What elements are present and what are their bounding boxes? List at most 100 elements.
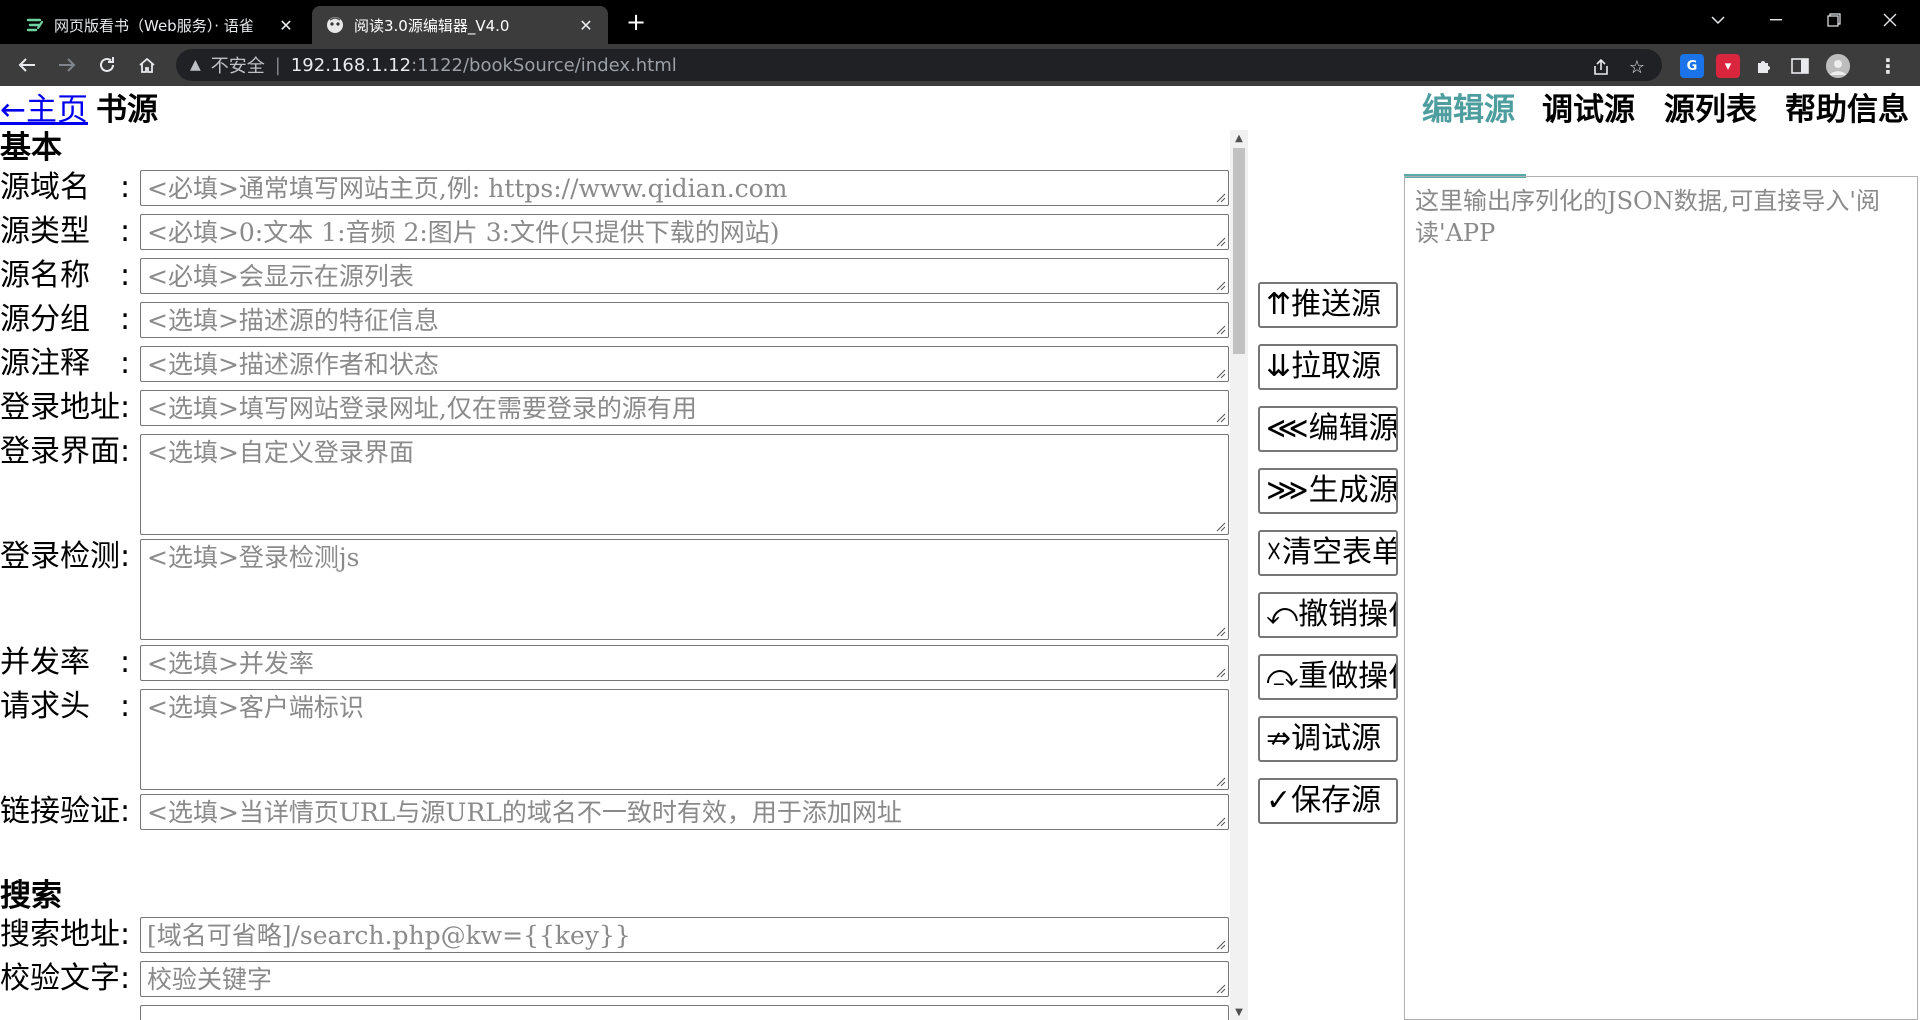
login-check-textarea[interactable]: <选填>登录检测js	[140, 539, 1229, 640]
field-label-source-name: 源名称	[0, 258, 90, 293]
scroll-thumb[interactable]	[1233, 148, 1245, 354]
undo-button[interactable]: ⤺撤销操作	[1258, 592, 1398, 638]
field-label-concurrent-rate: 并发率	[0, 645, 90, 680]
concurrent-rate-input[interactable]: <选填>并发率	[140, 645, 1229, 681]
check-keyword-input[interactable]: 校验关键字	[140, 961, 1229, 997]
back-arrow-icon[interactable]	[12, 50, 42, 80]
edit-source-button[interactable]: ⋘编辑源	[1258, 406, 1398, 452]
scroll-down-arrow-icon[interactable]: ▼	[1230, 1004, 1248, 1020]
browser-tab-bar: 网页版看书（Web服务）· 语雀 ✕ 阅读3.0源编辑器_V4.0 ✕ +	[0, 0, 1920, 44]
field-label-url-pattern: 链接验证:	[0, 794, 131, 829]
share-icon[interactable]	[1588, 54, 1614, 80]
home-icon[interactable]	[132, 50, 162, 80]
tab-help[interactable]: 帮助信息	[1785, 90, 1911, 130]
address-host: 192.168.1.12	[290, 54, 412, 76]
resize-grip-icon[interactable]	[1214, 625, 1226, 637]
resize-grip-icon[interactable]	[1214, 279, 1226, 291]
close-tab-icon[interactable]: ✕	[276, 15, 296, 35]
source-group-input[interactable]: <选填>描述源的特征信息	[140, 302, 1229, 338]
address-separator: |	[274, 54, 281, 76]
side-panel-icon[interactable]	[1788, 54, 1812, 78]
home-link[interactable]: ←主页	[0, 92, 88, 128]
warning-triangle-icon[interactable]: ▲	[190, 57, 201, 73]
resize-grip-icon[interactable]	[1214, 235, 1226, 247]
tab-source-list[interactable]: 源列表	[1664, 90, 1776, 130]
page-title: 书源	[95, 92, 158, 128]
url-pattern-placeholder: <选填>当详情页URL与源URL的域名不一致时有效，用于添加网址	[147, 798, 902, 827]
pull-source-button[interactable]: ⇊拉取源	[1258, 344, 1398, 390]
close-tab-icon[interactable]: ✕	[576, 15, 596, 35]
resize-grip-icon[interactable]	[1214, 520, 1226, 532]
form-scrollbar[interactable]: ▲ ▼	[1230, 130, 1248, 1020]
browser-toolbar: ▲ 不安全 | 192.168.1.12 :1122/bookSource/in…	[0, 44, 1920, 86]
url-pattern-input[interactable]: <选填>当详情页URL与源URL的域名不一致时有效，用于添加网址	[140, 794, 1229, 830]
pocket-extension-icon[interactable]: ▾	[1716, 54, 1740, 78]
close-window-icon[interactable]	[1866, 0, 1914, 40]
yuque-favicon-icon	[26, 16, 44, 34]
tab-title: 网页版看书（Web服务）· 语雀	[54, 16, 254, 35]
field-colon: :	[120, 214, 131, 249]
forward-arrow-icon[interactable]	[52, 50, 82, 80]
tab-title: 阅读3.0源编辑器_V4.0	[354, 16, 510, 35]
resize-grip-icon[interactable]	[1214, 323, 1226, 335]
address-bar[interactable]: ▲ 不安全 | 192.168.1.12 :1122/bookSource/in…	[176, 49, 1662, 81]
next-field-input[interactable]	[140, 1005, 1229, 1020]
debug-source-button[interactable]: ⇏调试源	[1258, 716, 1398, 762]
scroll-up-arrow-icon[interactable]: ▲	[1230, 130, 1248, 146]
restore-icon[interactable]	[1810, 0, 1858, 40]
minimize-icon[interactable]	[1752, 0, 1800, 40]
profile-avatar[interactable]	[1826, 54, 1850, 78]
field-label-search-url: 搜索地址:	[0, 917, 131, 952]
source-type-input[interactable]: <必填>0:文本 1:音频 2:图片 3:文件(只提供下载的网站)	[140, 214, 1229, 250]
browser-tab-yuque[interactable]: 网页版看书（Web服务）· 语雀 ✕	[10, 6, 308, 44]
resize-grip-icon[interactable]	[1214, 411, 1226, 423]
page-content: ←主页 书源 基本 源域名 : <必填>通常填写网站主页,例: https://w…	[0, 86, 1920, 1020]
login-ui-textarea[interactable]: <选填>自定义登录界面	[140, 434, 1229, 535]
login-ui-placeholder: <选填>自定义登录界面	[147, 438, 414, 467]
tab-edit-source[interactable]: 编辑源	[1422, 90, 1534, 130]
new-tab-plus-icon[interactable]: +	[622, 8, 650, 36]
resize-grip-icon[interactable]	[1214, 191, 1226, 203]
save-source-button[interactable]: ✓保存源	[1258, 778, 1398, 824]
resize-grip-icon[interactable]	[1214, 815, 1226, 827]
field-label-check-keyword: 校验文字:	[0, 961, 131, 996]
generate-source-button[interactable]: ⋙生成源	[1258, 468, 1398, 514]
menu-kebab-icon[interactable]: ⋮	[1876, 54, 1900, 78]
push-source-button[interactable]: ⇈推送源	[1258, 282, 1398, 328]
resize-grip-icon[interactable]	[1214, 367, 1226, 379]
source-comment-placeholder: <选填>描述源作者和状态	[147, 350, 439, 379]
field-label-header: 请求头	[0, 689, 90, 724]
resize-grip-icon[interactable]	[1214, 775, 1226, 787]
field-colon: :	[120, 258, 131, 293]
source-comment-input[interactable]: <选填>描述源作者和状态	[140, 346, 1229, 382]
json-output-textarea[interactable]: 这里输出序列化的JSON数据,可直接导入'阅读'APP	[1404, 176, 1918, 1020]
field-label-source-group: 源分组	[0, 302, 90, 337]
resize-grip-icon[interactable]	[1214, 938, 1226, 950]
source-url-input[interactable]: <必填>通常填写网站主页,例: https://www.qidian.com	[140, 170, 1229, 206]
source-url-placeholder: <必填>通常填写网站主页,例: https://www.qidian.com	[147, 174, 788, 203]
field-label-login-url: 登录地址:	[0, 390, 131, 425]
field-label-login-check: 登录检测:	[0, 539, 131, 574]
concurrent-rate-placeholder: <选填>并发率	[147, 649, 314, 678]
translate-extension-icon[interactable]: G	[1680, 54, 1704, 78]
extensions-puzzle-icon[interactable]	[1752, 54, 1776, 78]
resize-grip-icon[interactable]	[1214, 666, 1226, 678]
redo-button[interactable]: ⤼重做操作	[1258, 654, 1398, 700]
field-colon: :	[120, 302, 131, 337]
reload-icon[interactable]	[92, 50, 122, 80]
resize-grip-icon[interactable]	[1214, 982, 1226, 994]
tab-debug-source[interactable]: 调试源	[1542, 90, 1654, 130]
field-colon: :	[120, 689, 131, 724]
login-url-input[interactable]: <选填>填写网站登录网址,仅在需要登录的源有用	[140, 390, 1229, 426]
security-label[interactable]: 不安全	[211, 52, 265, 78]
clear-form-button[interactable]: ☓清空表单	[1258, 530, 1398, 576]
editor-favicon-icon	[326, 16, 344, 34]
field-colon: :	[120, 170, 131, 205]
source-name-input[interactable]: <必填>会显示在源列表	[140, 258, 1229, 294]
browser-tab-editor[interactable]: 阅读3.0源编辑器_V4.0 ✕	[312, 6, 608, 44]
bookmark-star-icon[interactable]: ☆	[1624, 54, 1650, 80]
tab-search-chevron-icon[interactable]	[1694, 0, 1742, 40]
login-check-placeholder: <选填>登录检测js	[147, 543, 360, 572]
header-textarea[interactable]: <选填>客户端标识	[140, 689, 1229, 790]
search-url-input[interactable]: [域名可省略]/search.php@kw={{key}}	[140, 917, 1229, 953]
